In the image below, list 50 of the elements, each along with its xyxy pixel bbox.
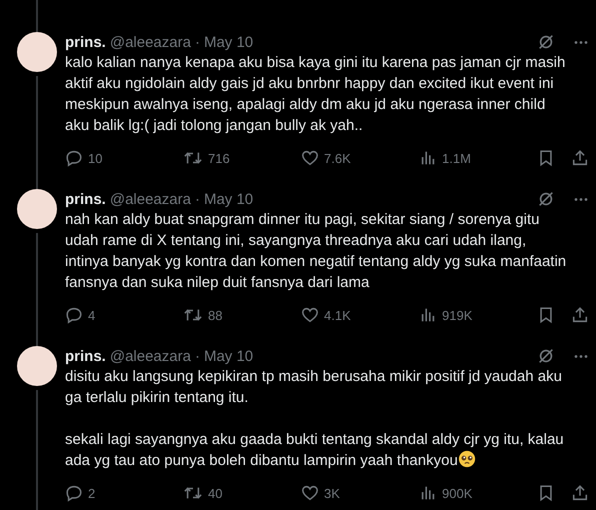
repost-count: 88 (208, 308, 222, 322)
share-icon[interactable] (571, 484, 589, 502)
display-name[interactable]: prins. (65, 34, 106, 50)
reply-icon[interactable] (65, 306, 83, 324)
grok-icon[interactable] (537, 33, 555, 51)
separator-dot: · (194, 190, 200, 208)
separator-dot: · (194, 34, 200, 50)
user-handle[interactable]: @aleeazara (110, 34, 191, 50)
avatar[interactable] (17, 189, 57, 229)
display-name[interactable]: prins. (65, 348, 106, 364)
view-count: 1.1M (442, 150, 471, 166)
share-icon[interactable] (571, 306, 589, 324)
display-name[interactable]: prins. (65, 190, 106, 208)
like-count: 3K (324, 486, 340, 500)
heart-icon[interactable] (301, 306, 319, 324)
more-icon[interactable] (573, 40, 589, 44)
grok-icon[interactable] (537, 190, 555, 208)
separator-dot: · (194, 348, 200, 364)
reply-count: 2 (88, 486, 96, 500)
heart-icon[interactable] (301, 149, 319, 167)
user-handle[interactable]: @aleeazara (110, 190, 191, 208)
bar-chart-icon[interactable] (419, 306, 437, 324)
avatar[interactable] (17, 346, 57, 386)
post-text: sekali lagi sayangnya aku gaada bukti tentang skandal aldy cjr yg itu, kalau ada yg tau ato punya boleh dibantu lampirin yaah thankyou (65, 430, 565, 471)
heart-icon[interactable] (301, 484, 319, 502)
post-text: disitu aku langsung kepikiran tp masih berusaha mikir positif jd yaudah aku ga terlalu pikirin tentang itu. (65, 367, 563, 408)
like-count: 4.1K (324, 308, 351, 322)
more-icon[interactable] (573, 196, 589, 202)
post-date[interactable]: May 10 (204, 34, 254, 50)
share-icon[interactable] (571, 149, 589, 167)
post-date[interactable]: May 10 (204, 348, 254, 364)
reply-icon[interactable] (65, 484, 83, 502)
repost-count: 40 (208, 486, 222, 500)
grok-icon[interactable] (537, 347, 555, 365)
more-icon[interactable] (573, 354, 589, 358)
post-date[interactable]: May 10 (204, 190, 254, 208)
pleading-face-icon (458, 450, 476, 468)
post-text: kalo kalian nanya kenapa aku bisa kaya gini itu karena pas jaman cjr masih aktif aku ngidolain aldy gais jd aku bnrbnr happy dan excited ikut event ini meskipun awalnya iseng, apalagi aldy dm aku jd aku ngerasa inner child aku balik lg:( jadi tolong jangan bully ak yah.. (65, 53, 566, 136)
reply-count: 4 (88, 308, 96, 322)
reply-icon[interactable] (65, 149, 83, 167)
like-count: 7.6K (324, 150, 351, 166)
user-handle[interactable]: @aleeazara (110, 348, 191, 364)
view-count: 919K (442, 308, 472, 322)
reply-count: 10 (88, 150, 102, 166)
avatar[interactable] (17, 32, 57, 72)
bar-chart-icon[interactable] (419, 149, 437, 167)
view-count: 900K (442, 486, 472, 500)
bar-chart-icon[interactable] (419, 484, 437, 502)
post-text: nah kan aldy buat snapgram dinner itu pagi, sekitar siang / sorenya gitu udah rame di X tentang ini, sayangnya threadnya aku cari udah ilang, intinya banyak yg kontra dan komen negatif tentang aldy yg suka manfaatin fansnya dan suka nilep duit fansnya dari lama (65, 210, 568, 293)
repost-count: 716 (208, 150, 230, 166)
